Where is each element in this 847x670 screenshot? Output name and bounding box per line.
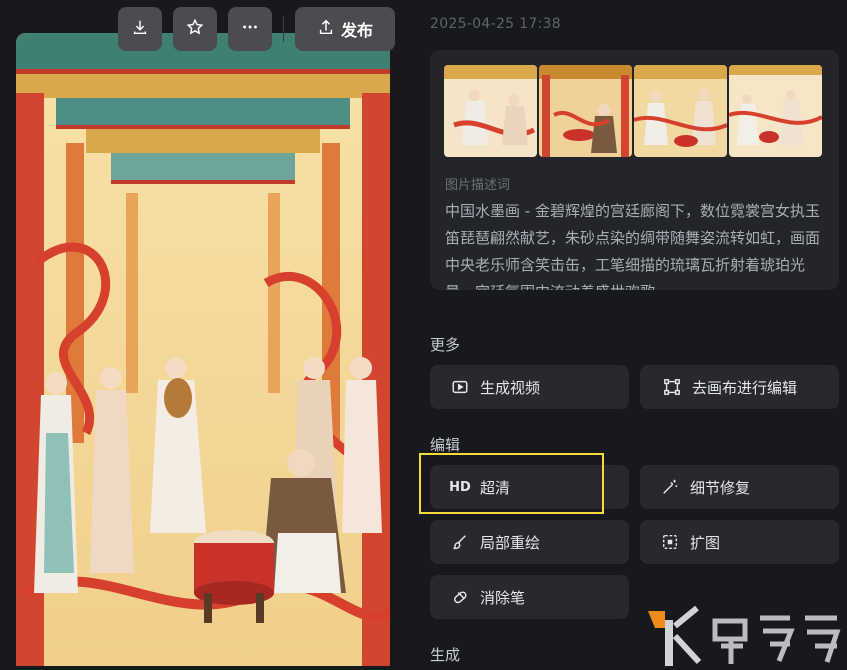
canvas-edit-label: 去画布进行编辑 [692,378,798,397]
section-more-label: 更多 [430,336,461,354]
video-icon [450,377,470,397]
download-button[interactable] [118,7,162,51]
publish-label: 发布 [340,21,373,40]
expand-image-button[interactable]: 扩图 [640,520,839,564]
eraser-label: 消除笔 [480,588,526,607]
highlight-box [419,453,604,514]
section-generate-label: 生成 [430,646,461,664]
more-button[interactable] [228,7,272,51]
timestamp: 2025-04-25 17:38 [430,16,561,32]
eraser-icon [450,587,470,607]
magic-wand-icon [660,477,680,497]
thumbnail-2[interactable] [539,65,632,157]
expand-icon [660,532,680,552]
info-card: 图片描述词 中国水墨画 - 金碧辉煌的宫廷廊阁下，数位霓裳宫女执玉笛琵琶翩然献艺… [430,50,839,290]
generate-video-button[interactable]: 生成视频 [430,365,629,409]
more-icon [241,18,259,40]
publish-button[interactable]: 发布 [295,7,395,51]
upload-icon [317,18,335,40]
generated-image[interactable] [16,33,390,666]
thumbnail-4[interactable] [729,65,822,157]
description-text: 中国水墨画 - 金碧辉煌的宫廷廊阁下，数位霓裳宫女执玉笛琵琶翩然献艺，朱砂点染的… [445,202,821,290]
thumbnail-1[interactable] [444,65,537,157]
favorite-button[interactable] [173,7,217,51]
canvas-icon [662,377,682,397]
download-icon [131,18,149,40]
generate-video-label: 生成视频 [480,378,541,397]
brush-icon [450,532,470,552]
star-icon [186,18,204,40]
section-edit-label: 编辑 [430,436,461,454]
description-label: 图片描述词 [445,178,511,193]
watermark-logo [645,605,847,666]
toolbar-divider [283,16,284,42]
detail-fix-button[interactable]: 细节修复 [640,465,839,509]
eraser-button[interactable]: 消除笔 [430,575,629,619]
local-repaint-button[interactable]: 局部重绘 [430,520,629,564]
thumbnail-3[interactable] [634,65,727,157]
canvas-edit-button[interactable]: 去画布进行编辑 [640,365,839,409]
local-repaint-label: 局部重绘 [480,533,541,552]
detail-fix-label: 细节修复 [690,478,751,497]
thumbnail-strip [444,65,822,157]
expand-image-label: 扩图 [690,533,721,552]
